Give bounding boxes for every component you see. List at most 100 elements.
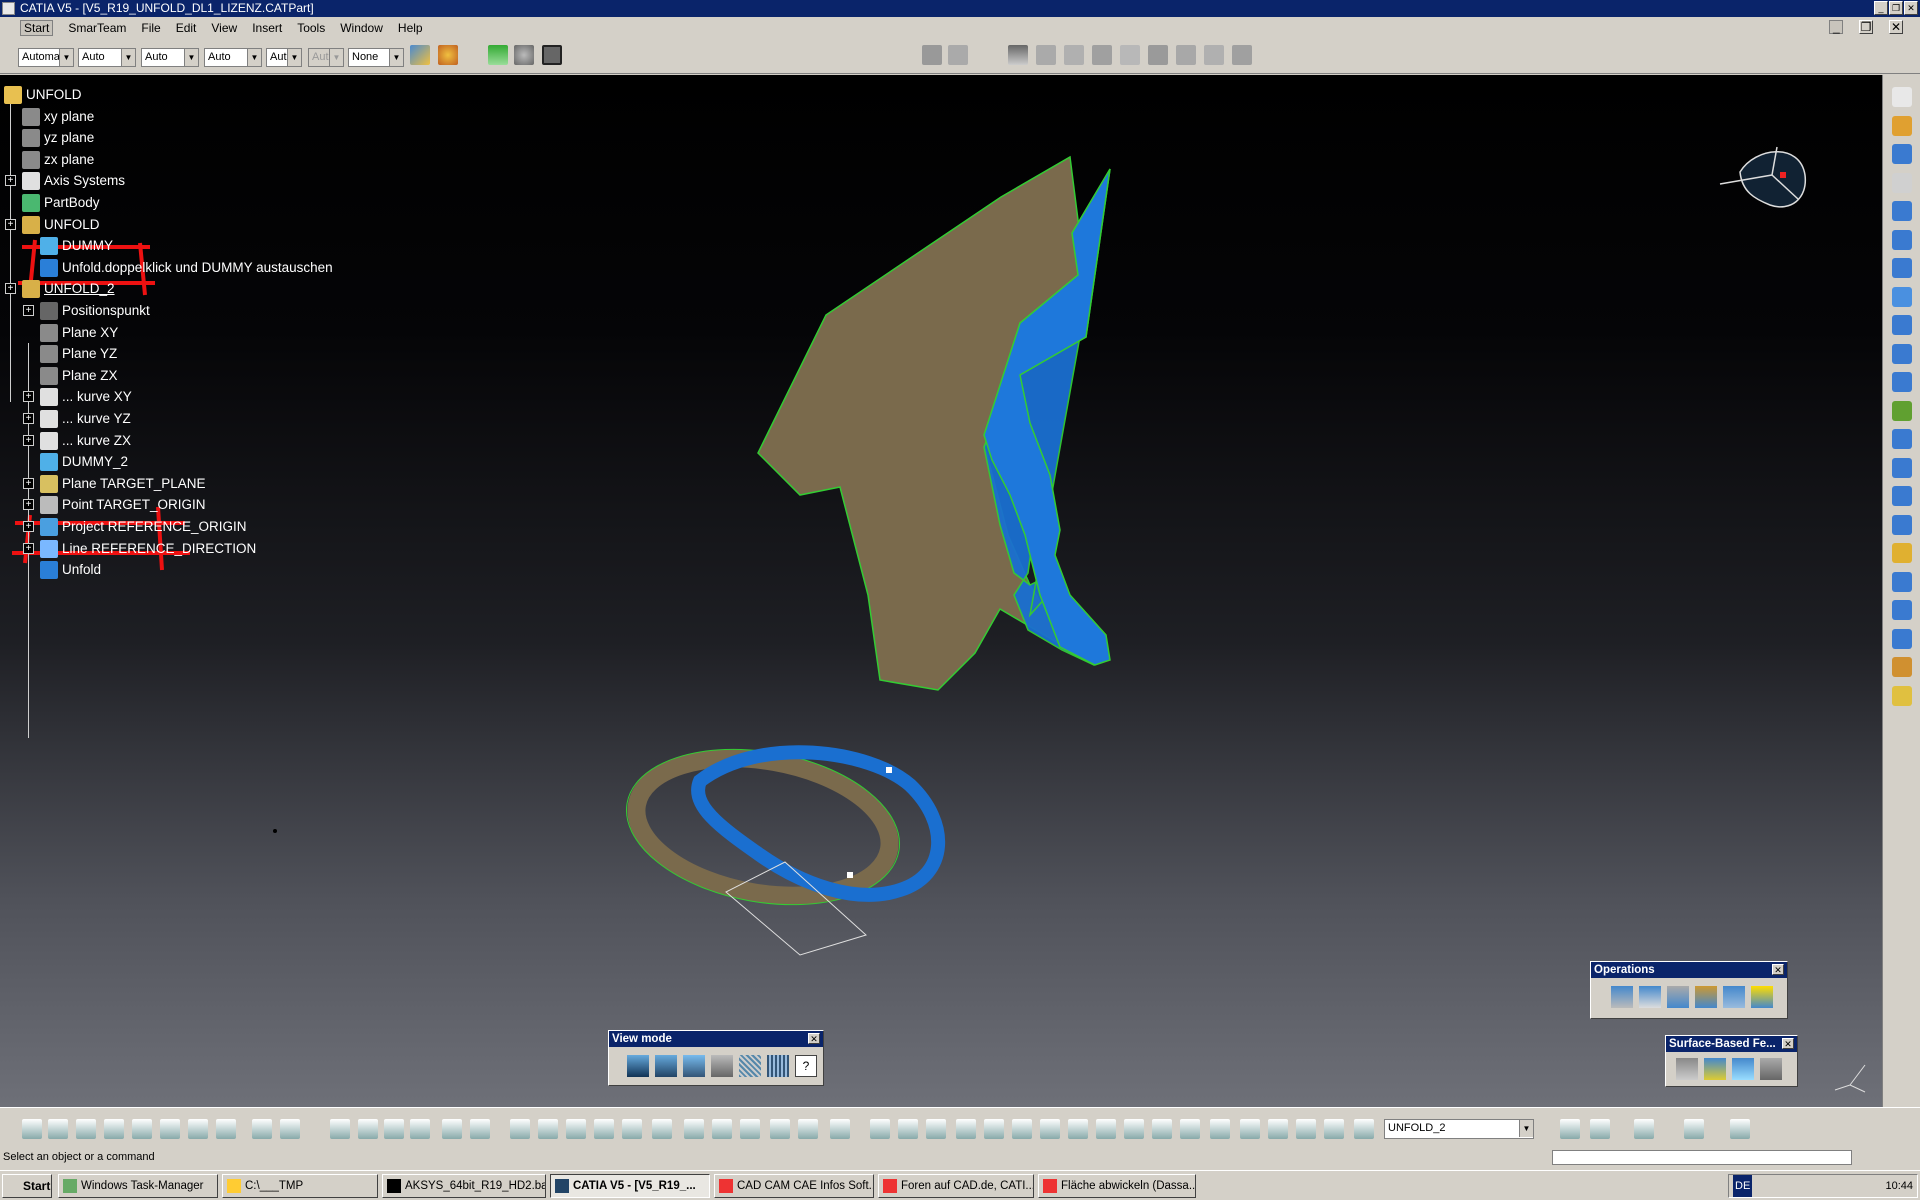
task-folder-tmp[interactable]: C:\___TMP — [222, 1174, 378, 1198]
bottom-tool-44-icon[interactable] — [1324, 1119, 1344, 1139]
bottom-tool-28-icon[interactable] — [870, 1119, 890, 1139]
doc-minimize-button[interactable]: _ — [1829, 20, 1843, 34]
tree-expand-toggle[interactable]: + — [23, 434, 34, 446]
bottom-tool-15-icon[interactable] — [470, 1119, 490, 1139]
operations-close-button[interactable]: ✕ — [1772, 964, 1784, 975]
bottom-tool-45-icon[interactable] — [1354, 1119, 1374, 1139]
task-task-manager[interactable]: Windows Task-Manager — [58, 1174, 218, 1198]
right-tool-4-icon[interactable] — [1892, 201, 1912, 221]
bottom-tool-24-icon[interactable] — [740, 1119, 760, 1139]
current-body-combo[interactable]: UNFOLD_2 ▼ — [1384, 1119, 1534, 1139]
start-button[interactable]: Start — [2, 1174, 52, 1198]
tree-expand-toggle[interactable]: + — [5, 283, 16, 295]
bottom-tool-29-icon[interactable] — [898, 1119, 918, 1139]
menu-smarteam[interactable]: SmarTeam — [68, 21, 126, 35]
translate-icon[interactable] — [1723, 986, 1745, 1008]
bottom-tool-37-icon[interactable] — [1124, 1119, 1144, 1139]
minimize-button[interactable]: _ — [1874, 1, 1888, 15]
layer-combo[interactable]: None ▼ — [348, 48, 404, 67]
language-indicator[interactable]: DE — [1733, 1175, 1753, 1197]
shading-icon[interactable] — [627, 1055, 649, 1077]
right-tool-13-icon[interactable] — [1892, 457, 1912, 478]
sew-surface-icon[interactable] — [1760, 1058, 1782, 1080]
bottom-tool-23-icon[interactable] — [712, 1119, 732, 1139]
right-tool-2-icon[interactable] — [1892, 144, 1912, 164]
tree-expand-toggle[interactable]: + — [23, 305, 34, 316]
restore-button[interactable]: ❐ — [1889, 1, 1903, 15]
shading-material-icon[interactable] — [739, 1055, 761, 1077]
catia-app-icon[interactable] — [2, 2, 15, 15]
right-tool-21-icon[interactable] — [1892, 685, 1912, 706]
bottom-tool-1-icon[interactable] — [48, 1119, 68, 1139]
bottom-tool-26-icon[interactable] — [798, 1119, 818, 1139]
point-style-combo[interactable]: Aut ▼ — [266, 48, 302, 67]
tree-node-1[interactable]: xy plane — [44, 107, 94, 127]
bottom-tool-2-icon[interactable] — [76, 1119, 96, 1139]
tree-expand-toggle[interactable]: + — [23, 542, 34, 554]
tree-expand-toggle[interactable]: + — [23, 499, 34, 511]
tree-expand-toggle[interactable]: + — [23, 521, 34, 532]
bottom-tool-40-icon[interactable] — [1210, 1119, 1230, 1139]
target-origin-point[interactable] — [273, 829, 277, 833]
tree-node-8[interactable]: Unfold.doppelklick und DUMMY austauschen — [62, 258, 333, 278]
right-tool-20-icon[interactable] — [1892, 657, 1912, 677]
sketch-tool-8-icon[interactable] — [1204, 45, 1224, 65]
bottom-tool-43-icon[interactable] — [1296, 1119, 1316, 1139]
bottom-tool-41-icon[interactable] — [1240, 1119, 1260, 1139]
bottom-tool-35-icon[interactable] — [1068, 1119, 1088, 1139]
split-icon[interactable] — [1639, 986, 1661, 1008]
right-tool-11-icon[interactable] — [1892, 400, 1912, 421]
close-surface-icon[interactable] — [1732, 1058, 1754, 1080]
tree-expand-toggle[interactable]: + — [23, 391, 34, 403]
menu-file[interactable]: File — [141, 21, 160, 35]
right-tool-0-icon[interactable] — [1892, 87, 1912, 107]
sketch-tool-4-icon[interactable] — [1092, 45, 1112, 65]
handle-point-1[interactable] — [886, 767, 892, 773]
sketch-tool-2-icon[interactable] — [1036, 45, 1056, 65]
bottom-tool-34-icon[interactable] — [1040, 1119, 1060, 1139]
bottom-tool-31-icon[interactable] — [956, 1119, 976, 1139]
menu-tools[interactable]: Tools — [297, 21, 325, 35]
bottom-tool-42-icon[interactable] — [1268, 1119, 1288, 1139]
bottom-tool-50-icon[interactable] — [1730, 1119, 1750, 1139]
right-tool-6-icon[interactable] — [1892, 258, 1912, 278]
linetype-combo[interactable]: Auto ▼ — [141, 48, 199, 67]
new-window-icon[interactable] — [488, 45, 508, 65]
tree-node-12[interactable]: Plane YZ — [62, 344, 117, 364]
tree-node-14[interactable]: ... kurve XY — [62, 387, 132, 407]
compass-red-handle[interactable] — [1780, 172, 1786, 178]
command-input[interactable] — [1552, 1150, 1852, 1165]
menu-window[interactable]: Window — [340, 21, 383, 35]
tree-node-19[interactable]: Point TARGET_ORIGIN — [62, 495, 206, 515]
compass-widget[interactable] — [1710, 137, 1810, 227]
bottom-tool-49-icon[interactable] — [1684, 1119, 1704, 1139]
bottom-tool-22-icon[interactable] — [684, 1119, 704, 1139]
bottom-tool-7-icon[interactable] — [216, 1119, 236, 1139]
menu-edit[interactable]: Edit — [176, 21, 197, 35]
task-aksys-bat[interactable]: AKSYS_64bit_R19_HD2.bat — [382, 1174, 546, 1198]
wireframe-icon[interactable] — [767, 1055, 789, 1077]
task-foren-cad[interactable]: Foren auf CAD.de, CATI... — [878, 1174, 1034, 1198]
bottom-tool-3-icon[interactable] — [104, 1119, 124, 1139]
close-button[interactable]: ✕ — [1904, 1, 1918, 15]
bottom-tool-6-icon[interactable] — [188, 1119, 208, 1139]
sketch-tool-9-icon[interactable] — [1232, 45, 1252, 65]
menu-help[interactable]: Help — [398, 21, 423, 35]
bottom-tool-17-icon[interactable] — [538, 1119, 558, 1139]
tree-expand-toggle[interactable]: + — [23, 413, 34, 424]
tree-expand-toggle[interactable]: + — [5, 218, 16, 230]
tree-node-6[interactable]: UNFOLD — [44, 215, 100, 235]
tree-node-15[interactable]: ... kurve YZ — [62, 409, 131, 429]
bottom-tool-36-icon[interactable] — [1096, 1119, 1116, 1139]
bottom-tool-8-icon[interactable] — [252, 1119, 272, 1139]
linewidth-combo[interactable]: Auto ▼ — [204, 48, 262, 67]
tree-expand-toggle[interactable]: + — [23, 477, 34, 489]
bottom-tool-11-icon[interactable] — [358, 1119, 378, 1139]
sketch-tool-3-icon[interactable] — [1064, 45, 1084, 65]
menu-view[interactable]: View — [211, 21, 237, 35]
tree-node-0[interactable]: UNFOLD — [26, 85, 82, 105]
menu-insert[interactable]: Insert — [252, 21, 282, 35]
bottom-tool-5-icon[interactable] — [160, 1119, 180, 1139]
tree-node-10[interactable]: Positionspunkt — [62, 301, 150, 321]
bottom-tool-12-icon[interactable] — [384, 1119, 404, 1139]
